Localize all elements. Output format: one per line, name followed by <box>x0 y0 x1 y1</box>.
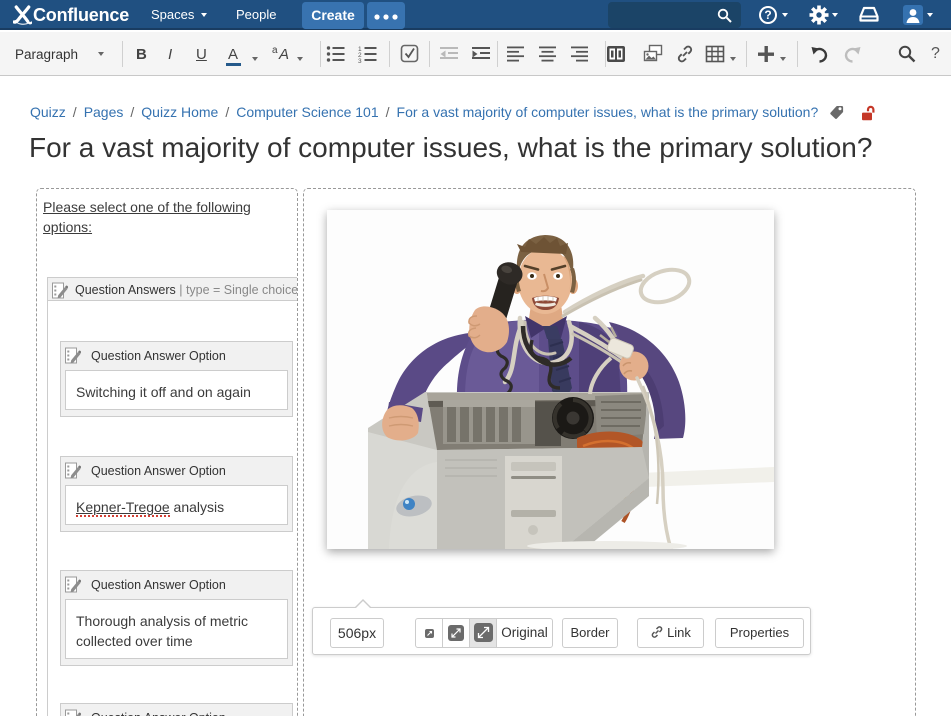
svg-text:3: 3 <box>358 58 362 64</box>
